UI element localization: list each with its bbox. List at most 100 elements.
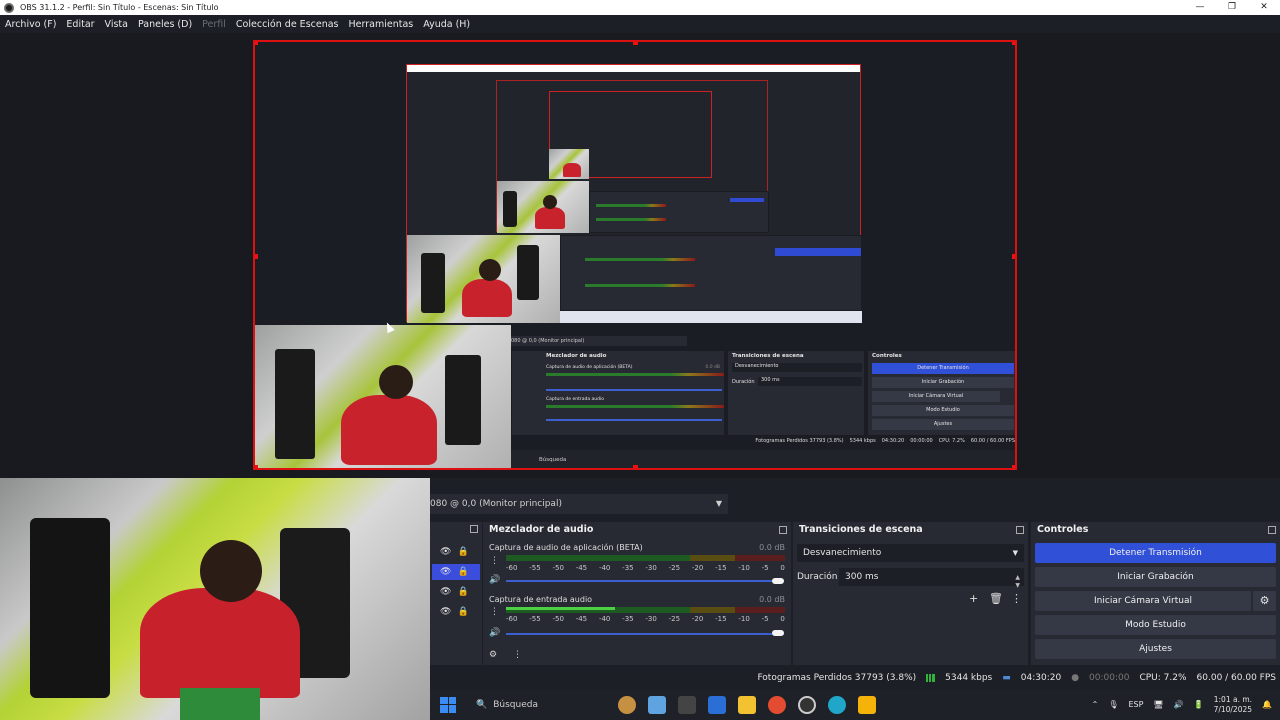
transitions-title: Transiciones de escena: [799, 524, 923, 535]
lock-icon[interactable]: 🔒: [457, 607, 468, 617]
menu-archivo[interactable]: Archivo (F): [0, 19, 61, 30]
stop-streaming-button[interactable]: Detener Transmisión: [1035, 543, 1276, 563]
nested-menubar: [407, 72, 860, 79]
dock-float-icon[interactable]: [1268, 526, 1276, 534]
speaker-icon[interactable]: 🔊: [489, 575, 500, 585]
eye-icon[interactable]: 👁: [440, 587, 451, 597]
volume-slider-handle[interactable]: [772, 578, 784, 584]
trash-icon[interactable]: 🗑: [989, 592, 1003, 605]
volume-icon[interactable]: 🔊: [1174, 700, 1184, 709]
notifications-icon[interactable]: 🔔: [1262, 700, 1272, 709]
lock-icon[interactable]: 🔒: [457, 567, 468, 577]
settings-button[interactable]: Ajustes: [1035, 639, 1276, 659]
volume-slider[interactable]: [506, 580, 784, 582]
lock-icon[interactable]: 🔒: [457, 587, 468, 597]
resize-handle-tr[interactable]: [1012, 42, 1015, 45]
resize-handle-tl[interactable]: [255, 42, 258, 45]
gear-icon[interactable]: ⚙: [1253, 591, 1276, 611]
store-icon[interactable]: [708, 695, 726, 714]
dropped-frames: Fotogramas Perdidos 37793 (3.8%): [757, 673, 917, 683]
resize-handle-r[interactable]: [1012, 254, 1015, 259]
duration-label: Duración: [797, 572, 838, 582]
close-button[interactable]: ✕: [1248, 0, 1280, 15]
system-tray: ⌃ 🎙 ESP 🖥 🔊 🔋 1:01 a. m. 7/10/2025 🔔: [1092, 695, 1280, 715]
studio-mode-button[interactable]: Modo Estudio: [1035, 615, 1276, 635]
maximize-button[interactable]: ❐: [1216, 0, 1248, 15]
source-row[interactable]: 👁 🔒: [440, 604, 478, 620]
widgets-icon[interactable]: [618, 695, 636, 714]
kebab-menu-icon[interactable]: ⋮: [490, 607, 499, 617]
eye-icon[interactable]: 👁: [440, 607, 451, 617]
webcam-overlay: [0, 478, 430, 720]
channel-db: 0.0 dB: [759, 595, 785, 604]
mixer-menu-icon[interactable]: ⋮: [513, 650, 522, 660]
bitrate: 5344 kbps: [945, 673, 993, 683]
meter-level: [506, 607, 615, 610]
menu-perfil[interactable]: Perfil: [197, 19, 231, 30]
sources-header: [430, 522, 482, 538]
chair-left: [30, 518, 110, 698]
chrome-icon[interactable]: [768, 695, 786, 714]
edge-icon[interactable]: [828, 695, 846, 714]
preview-monitor-select[interactable]: 080 @ 0,0 (Monitor principal) ▼: [430, 494, 728, 514]
app-icon[interactable]: [858, 695, 876, 714]
menu-herramientas[interactable]: Herramientas: [344, 19, 419, 30]
clock[interactable]: 1:01 a. m. 7/10/2025: [1214, 695, 1252, 715]
copilot-icon[interactable]: [648, 695, 666, 714]
kebab-menu-icon[interactable]: ⋮: [1011, 592, 1022, 605]
dock-float-icon[interactable]: [470, 525, 478, 533]
window-title: OBS 31.1.2 - Perfil: Sin Título - Escena…: [20, 3, 219, 12]
battery-icon[interactable]: 🔋: [1194, 700, 1204, 709]
nested-camera-large: [255, 325, 511, 468]
source-row-selected[interactable]: 👁 🔒: [432, 564, 480, 580]
file-explorer-icon[interactable]: [738, 695, 756, 714]
transition-select[interactable]: Desvanecimiento ▼: [797, 544, 1024, 562]
minimize-button[interactable]: —: [1184, 0, 1216, 15]
menu-editar[interactable]: Editar: [61, 19, 99, 30]
resize-handle-l[interactable]: [255, 254, 258, 259]
menu-ayuda[interactable]: Ayuda (H): [418, 19, 475, 30]
scene-preview-canvas[interactable]: 080 @ 0,0 (Monitor principal) Mezclador …: [253, 40, 1017, 470]
duration-input[interactable]: 300 ms ▲ ▼: [839, 568, 1024, 589]
audio-meter: [506, 607, 785, 613]
meter-scale: -60 -55 -50 -45 -40 -35 -30 -25 -20 -15 -10 -5 0: [506, 564, 785, 572]
lock-icon[interactable]: 🔒: [457, 547, 468, 557]
advanced-audio-icon[interactable]: ⚙: [489, 650, 497, 660]
resize-handle-br[interactable]: [1012, 465, 1015, 468]
add-icon[interactable]: +: [969, 592, 978, 605]
source-row[interactable]: 👁 🔒: [440, 544, 478, 560]
eye-icon[interactable]: 👁: [440, 547, 451, 557]
speaker-icon[interactable]: 🔊: [489, 628, 500, 638]
start-recording-button[interactable]: Iniciar Grabación: [1035, 567, 1276, 587]
menu-bar: Archivo (F) Editar Vista Paneles (D) Per…: [0, 15, 1280, 33]
dock-float-icon[interactable]: [1016, 526, 1024, 534]
meter-scale: -60 -55 -50 -45 -40 -35 -30 -25 -20 -15 -10 -5 0: [506, 615, 785, 623]
microphone-icon[interactable]: 🎙: [1108, 700, 1118, 709]
window-controls: — ❐ ✕: [1184, 0, 1280, 15]
obs-taskbar-icon[interactable]: [798, 695, 816, 714]
menu-paneles[interactable]: Paneles (D): [133, 19, 197, 30]
taskbar-search[interactable]: 🔍 Búsqueda: [470, 695, 606, 715]
kebab-menu-icon[interactable]: ⋮: [490, 556, 499, 566]
resize-handle-b[interactable]: [633, 465, 638, 468]
cpu-usage: CPU: 7.2%: [1139, 673, 1187, 683]
menu-vista[interactable]: Vista: [100, 19, 133, 30]
network-icon[interactable]: 🖥: [1153, 700, 1163, 709]
source-row[interactable]: 👁 🔒: [440, 584, 478, 600]
record-time: 00:00:00: [1089, 673, 1130, 683]
controls-title: Controles: [1037, 524, 1089, 535]
start-virtual-camera-button[interactable]: Iniciar Cámara Virtual: [1035, 591, 1251, 611]
chevron-up-icon[interactable]: ⌃: [1092, 700, 1099, 709]
resize-handle-bl[interactable]: [255, 465, 258, 468]
language-indicator[interactable]: ESP: [1129, 700, 1144, 709]
menu-coleccion-escenas[interactable]: Colección de Escenas: [231, 19, 344, 30]
task-view-icon[interactable]: [678, 695, 696, 714]
resize-handle-t[interactable]: [633, 42, 638, 45]
eye-icon[interactable]: 👁: [440, 567, 451, 577]
volume-slider-handle[interactable]: [772, 630, 784, 636]
nested-cam-3: [549, 149, 589, 179]
volume-slider[interactable]: [506, 633, 784, 635]
dock-float-icon[interactable]: [779, 526, 787, 534]
channel-name: Captura de entrada audio: [489, 595, 593, 604]
windows-start-icon[interactable]: [440, 696, 456, 713]
